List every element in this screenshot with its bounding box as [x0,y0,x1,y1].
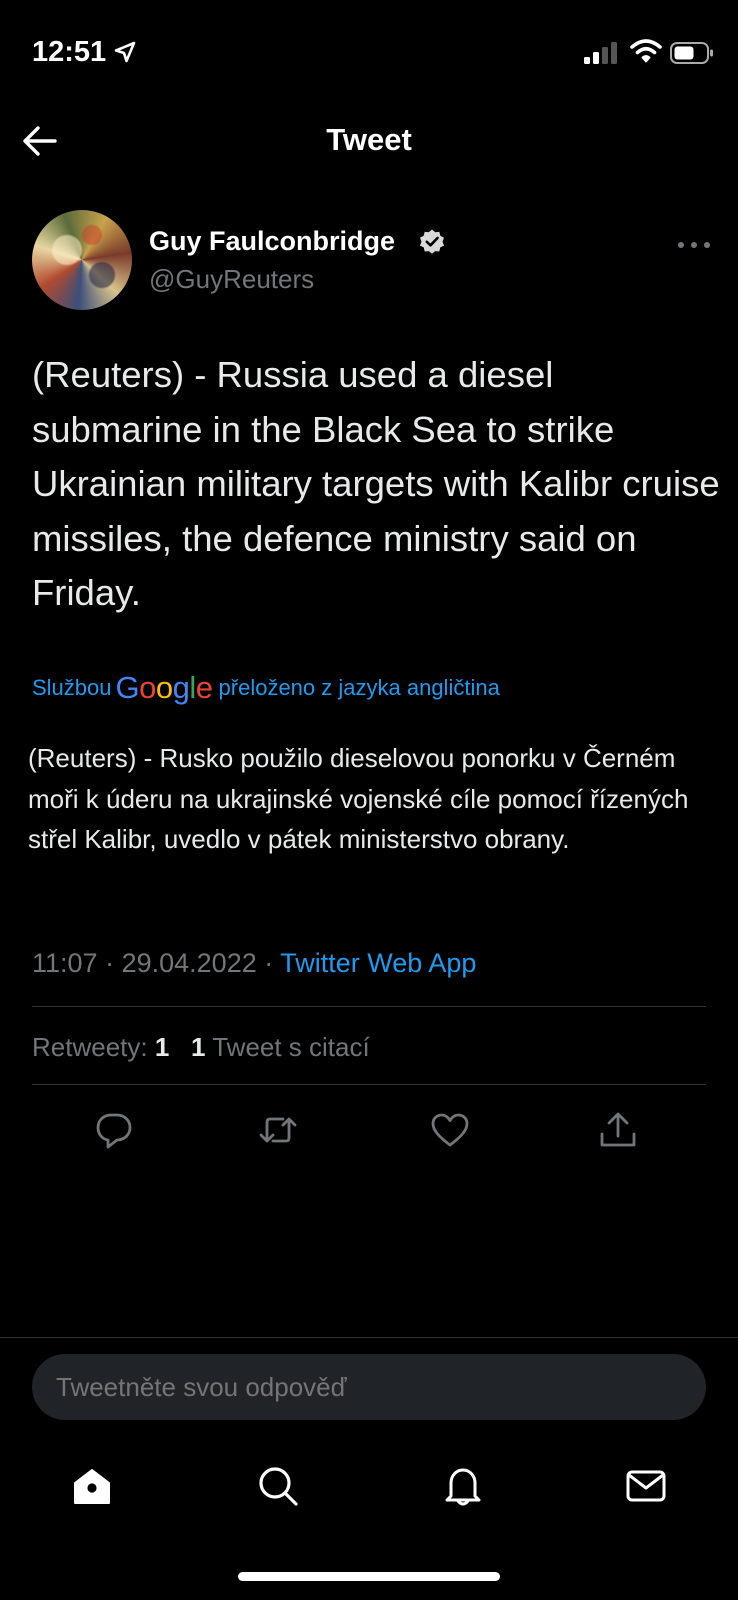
google-logo: Google [115,670,214,705]
meta-separator: · [105,948,115,978]
divider [32,1084,706,1085]
more-options-icon[interactable] [676,240,712,250]
divider [0,1337,738,1338]
like-icon[interactable] [430,1110,470,1150]
retweet-icon[interactable] [258,1110,298,1150]
verified-badge-icon [420,229,444,254]
tweet-source-link[interactable]: Twitter Web App [280,948,476,978]
page-title: Tweet [326,122,412,157]
translation-prefix: Službou [32,675,112,700]
avatar[interactable] [32,210,132,310]
divider [32,1006,706,1007]
translated-tweet-text: (Reuters) - Rusko použilo dieselovou pon… [28,743,689,854]
notifications-icon[interactable] [441,1464,485,1508]
tweet-stats: Retweety: 1 1 Tweet s citací [32,1032,370,1063]
wifi-icon [630,39,662,63]
home-icon[interactable] [70,1464,114,1508]
meta-separator: · [264,948,274,978]
quote-tweets-label: Tweet s citací [212,1032,370,1062]
author-name[interactable]: Guy Faulconbridge [149,226,395,257]
retweets-label: Retweety: [32,1032,148,1062]
search-icon[interactable] [256,1464,300,1508]
retweets-link[interactable]: Retweety: 1 [32,1032,169,1062]
quote-tweets-count: 1 [190,1032,206,1062]
translation-suffix: přeloženo z jazyka angličtina [218,675,500,700]
tweet-time: 11:07 [32,948,98,978]
location-arrow-icon [114,41,136,63]
tweet-date: 29.04.2022 [121,948,257,978]
reply-icon[interactable] [94,1110,134,1150]
author-handle[interactable]: @GuyReuters [149,264,314,295]
messages-icon[interactable] [624,1464,668,1508]
reply-input[interactable] [32,1354,706,1420]
tweet-text: (Reuters) - Russia used a diesel submari… [32,354,720,613]
cellular-signal-icon [584,42,617,64]
battery-icon [670,42,713,64]
home-indicator[interactable] [238,1572,500,1581]
retweets-count: 1 [154,1032,170,1062]
share-icon[interactable] [598,1110,638,1150]
translation-attribution[interactable]: Službou Google přeloženo z jazyka angličti… [32,670,500,706]
quote-tweets-link[interactable]: 1 Tweet s citací [191,1032,370,1062]
status-time: 12:51 [32,36,107,68]
tweet-meta: 11:07 · 29.04.2022 · Twitter Web App [32,948,476,979]
